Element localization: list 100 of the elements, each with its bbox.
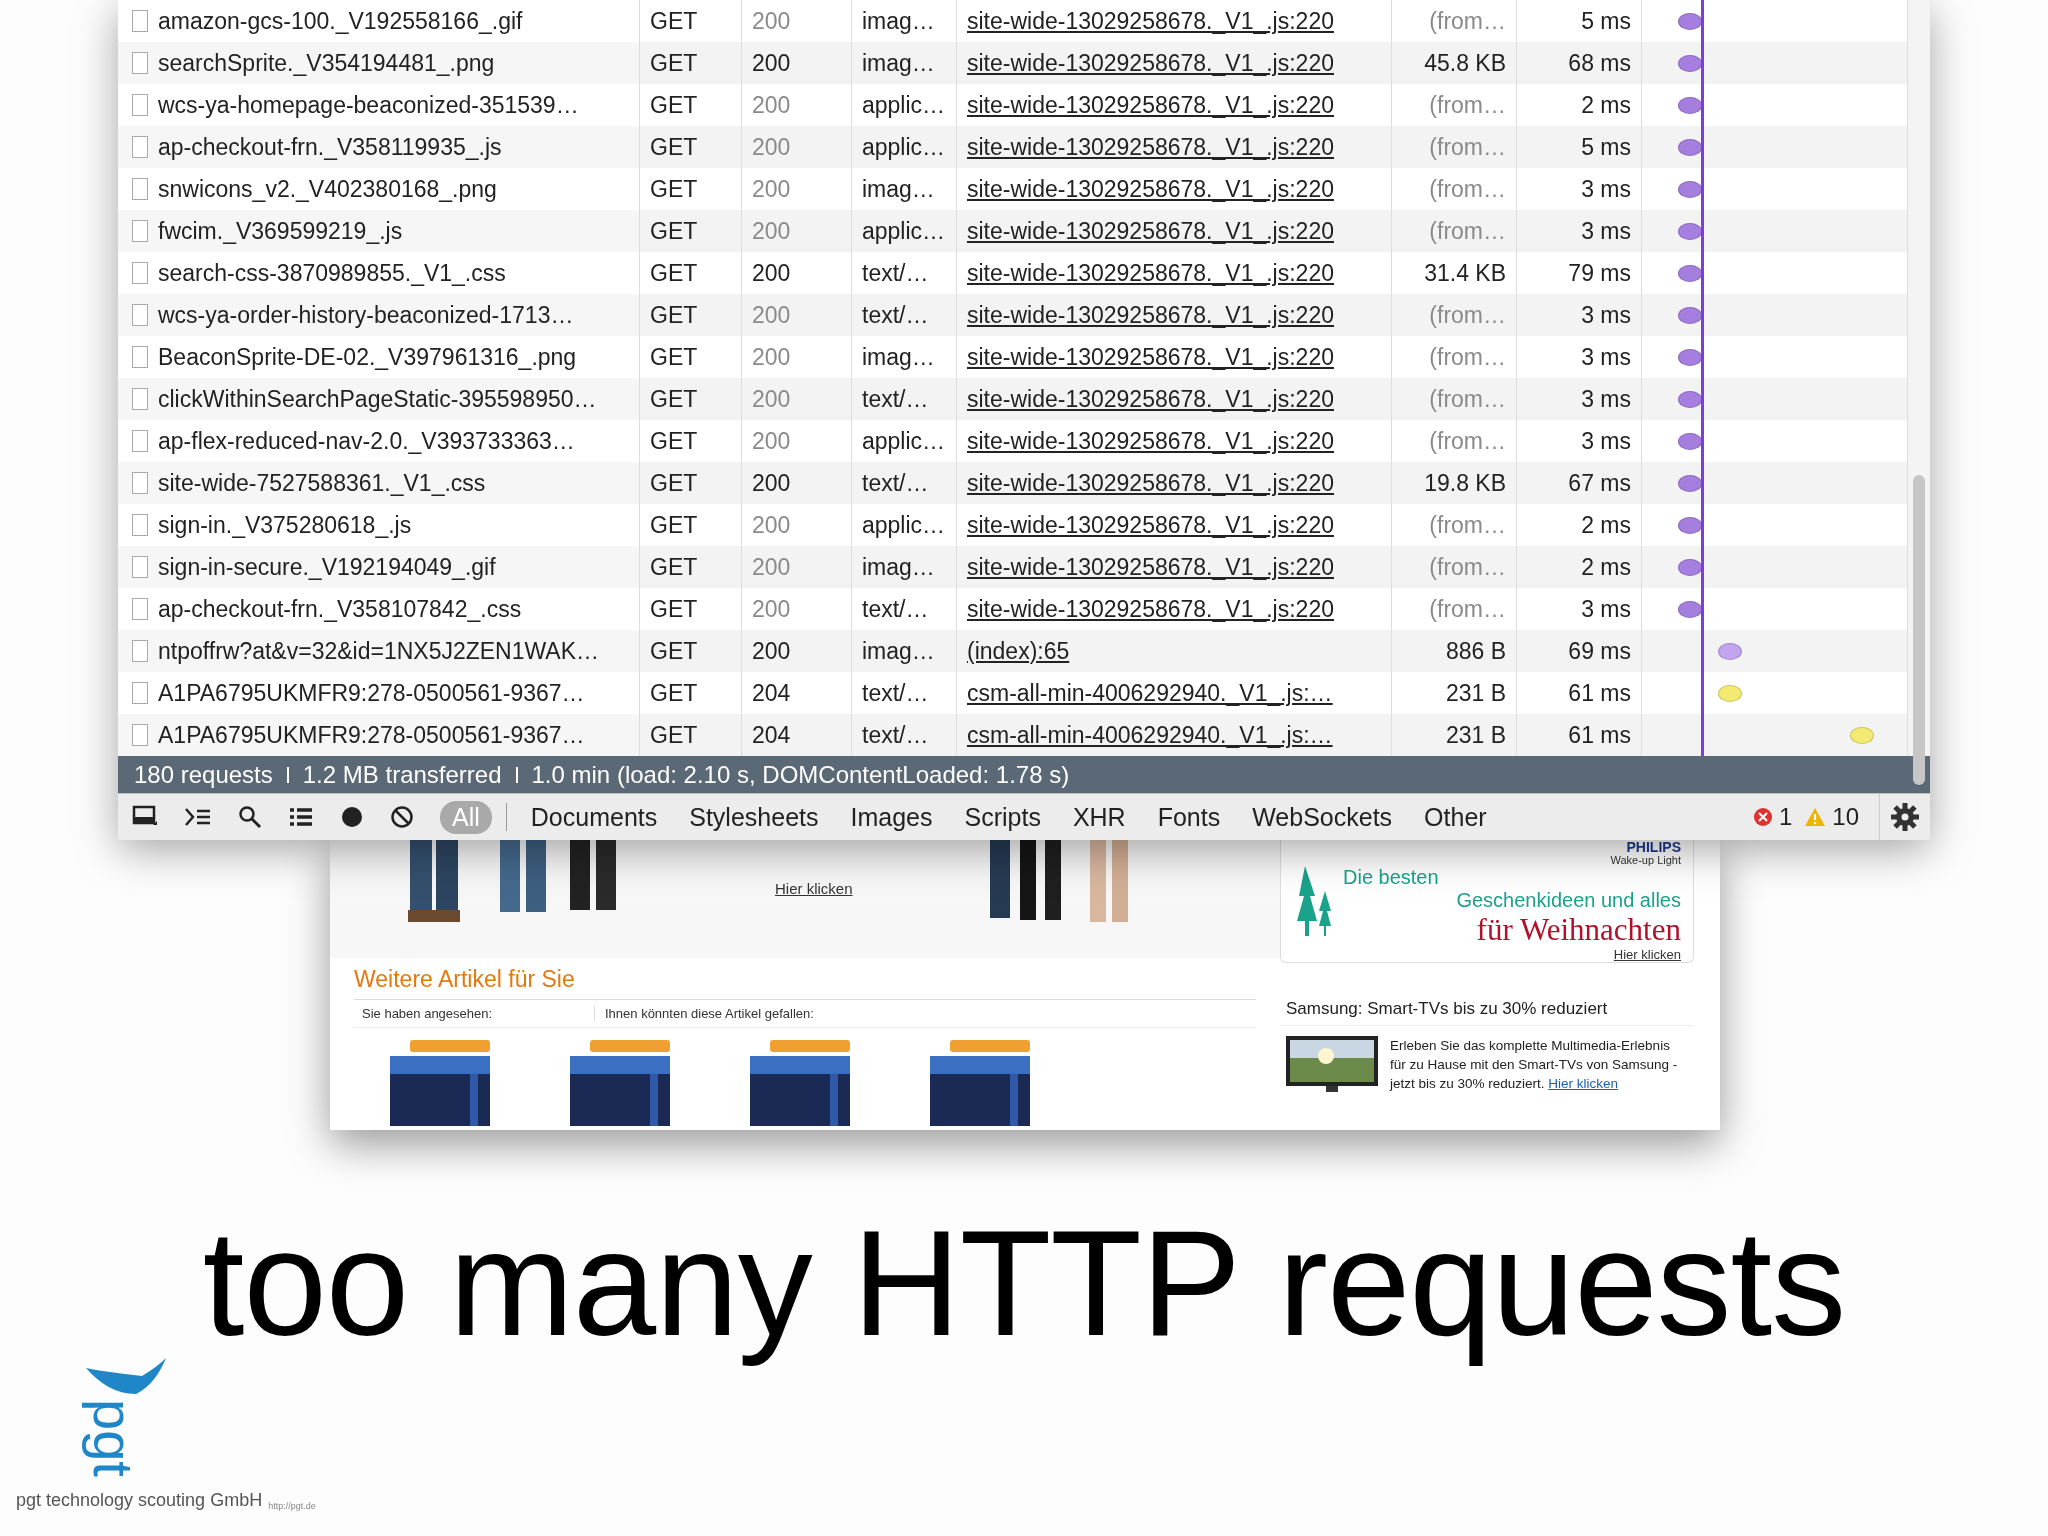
section-title: Weitere Artikel für Sie [353, 965, 576, 994]
method-text: GET [650, 175, 698, 203]
file-name: ap-checkout-frn._V358107842_.css [158, 595, 522, 623]
time-text: 3 ms [1581, 301, 1631, 329]
warning-count: 10 [1832, 803, 1859, 831]
type-text: text/… [862, 595, 929, 623]
size-text: (from… [1429, 133, 1506, 161]
status-code: 200 [752, 469, 791, 497]
product-text: Wake-up Light [1610, 854, 1681, 867]
status-code: 200 [752, 91, 791, 119]
initiator-link[interactable]: csm-all-min-4006292940._V1_.js:… [967, 679, 1333, 707]
time-text: 61 ms [1568, 679, 1631, 707]
scrollbar-thumb[interactable] [1913, 475, 1925, 785]
search-icon[interactable] [238, 805, 262, 829]
status-code: 204 [752, 679, 791, 707]
type-text: text/… [862, 301, 929, 329]
settings-icon[interactable] [1890, 802, 1920, 832]
filter-tab[interactable]: Fonts [1145, 800, 1233, 834]
initiator-link[interactable]: site-wide-13029258678._V1_.js:220 [967, 217, 1334, 245]
method-text: GET [650, 343, 698, 371]
suggestion-label: Ihnen könnten diese Artikel gefallen: [605, 1006, 814, 1021]
time-text: 67 ms [1568, 469, 1631, 497]
filter-tab[interactable]: Stylesheets [677, 800, 831, 834]
status-code: 200 [752, 343, 791, 371]
status-code: 200 [752, 133, 791, 161]
method-text: GET [650, 511, 698, 539]
status-code: 200 [752, 7, 791, 35]
method-text: GET [650, 553, 698, 581]
initiator-link[interactable]: site-wide-13029258678._V1_.js:220 [967, 469, 1334, 497]
type-text: text/… [862, 385, 929, 413]
method-text: GET [650, 595, 698, 623]
record-icon[interactable] [340, 805, 364, 829]
initiator-link[interactable]: site-wide-13029258678._V1_.js:220 [967, 301, 1334, 329]
logo-url: http://pgt.de [268, 1500, 316, 1511]
method-text: GET [650, 721, 698, 749]
console-icon[interactable] [184, 806, 212, 828]
initiator-link[interactable]: site-wide-13029258678._V1_.js:220 [967, 7, 1334, 35]
initiator-link[interactable]: site-wide-13029258678._V1_.js:220 [967, 133, 1334, 161]
slide-title: too many HTTP requests [202, 1198, 1846, 1369]
type-text: text/… [862, 721, 929, 749]
time-text: 2 ms [1581, 553, 1631, 581]
promo-text: Erleben Sie das komplette Multimedia-Erlebnis für zu Hause mit den Smart-TVs von Samsung - jetzt bis zu 30% reduziert. Hier klicken [1390, 1037, 1679, 1093]
initiator-link[interactable]: site-wide-13029258678._V1_.js:220 [967, 175, 1334, 203]
type-text: text/… [862, 469, 929, 497]
status-code: 200 [752, 175, 791, 203]
initiator-link[interactable]: site-wide-13029258678._V1_.js:220 [967, 595, 1334, 623]
method-text: GET [650, 7, 698, 35]
filter-tab[interactable]: Images [838, 800, 945, 834]
file-name: ap-checkout-frn._V358119935_.js [158, 133, 502, 161]
status-code: 200 [752, 49, 791, 77]
filter-tab[interactable]: XHR [1060, 800, 1138, 834]
file-name: wcs-ya-homepage-beaconized-351539… [158, 91, 579, 119]
type-text: imag… [862, 7, 935, 35]
size-text: (from… [1429, 7, 1506, 35]
initiator-link[interactable]: site-wide-13029258678._V1_.js:220 [967, 553, 1334, 581]
time-text: 5 ms [1581, 7, 1631, 35]
promo-link[interactable]: Hier klicken [1548, 1076, 1619, 1091]
initiator-link[interactable]: site-wide-13029258678._V1_.js:220 [967, 427, 1334, 455]
initiator-link[interactable]: csm-all-min-4006292940._V1_.js:… [967, 721, 1333, 749]
size-text: (from… [1429, 385, 1506, 413]
file-icon [132, 472, 148, 494]
initiator-link[interactable]: site-wide-13029258678._V1_.js:220 [967, 385, 1334, 413]
initiator-link[interactable]: site-wide-13029258678._V1_.js:220 [967, 49, 1334, 77]
ad-text: Die besten [1343, 866, 1440, 889]
list-icon[interactable] [288, 806, 314, 828]
method-text: GET [650, 259, 698, 287]
method-text: GET [650, 133, 698, 161]
method-text: GET [650, 217, 698, 245]
size-text: (from… [1429, 175, 1506, 203]
file-name: clickWithinSearchPageStatic-395598950… [158, 385, 597, 413]
file-icon [132, 136, 148, 158]
size-text: (from… [1429, 553, 1506, 581]
file-name: wcs-ya-order-history-beaconized-1713… [158, 301, 574, 329]
initiator-link[interactable]: site-wide-13029258678._V1_.js:220 [967, 259, 1334, 287]
initiator-link[interactable]: site-wide-13029258678._V1_.js:220 [967, 511, 1334, 539]
file-icon [132, 346, 148, 368]
ad-headline: für Weihnachten [1476, 912, 1681, 947]
initiator-link[interactable]: (index):65 [967, 637, 1070, 665]
initiator-link[interactable]: site-wide-13029258678._V1_.js:220 [967, 343, 1334, 371]
ad-link[interactable]: Hier klicken [1613, 946, 1681, 962]
type-text: imag… [862, 637, 935, 665]
time-text: 5 ms [1581, 133, 1631, 161]
file-icon [132, 94, 148, 116]
banner-link[interactable]: Hier klicken [775, 880, 853, 897]
filter-tab[interactable]: Documents [518, 800, 670, 834]
initiator-link[interactable]: site-wide-13029258678._V1_.js:220 [967, 91, 1334, 119]
type-text: applic… [862, 217, 946, 245]
file-icon [132, 724, 148, 746]
status-code: 204 [752, 721, 791, 749]
size-text: (from… [1429, 217, 1506, 245]
filter-tab[interactable]: WebSockets [1240, 800, 1405, 834]
status-code: 200 [752, 427, 791, 455]
filter-tab[interactable]: Other [1412, 800, 1499, 834]
filter-tab[interactable]: Scripts [952, 800, 1053, 834]
time-text: 3 ms [1581, 217, 1631, 245]
time-text: 3 ms [1581, 343, 1631, 371]
viewed-label: Sie haben angesehen: [354, 1006, 595, 1021]
size-text: (from… [1429, 91, 1506, 119]
clear-icon[interactable] [390, 805, 414, 829]
size-text: (from… [1429, 427, 1506, 455]
